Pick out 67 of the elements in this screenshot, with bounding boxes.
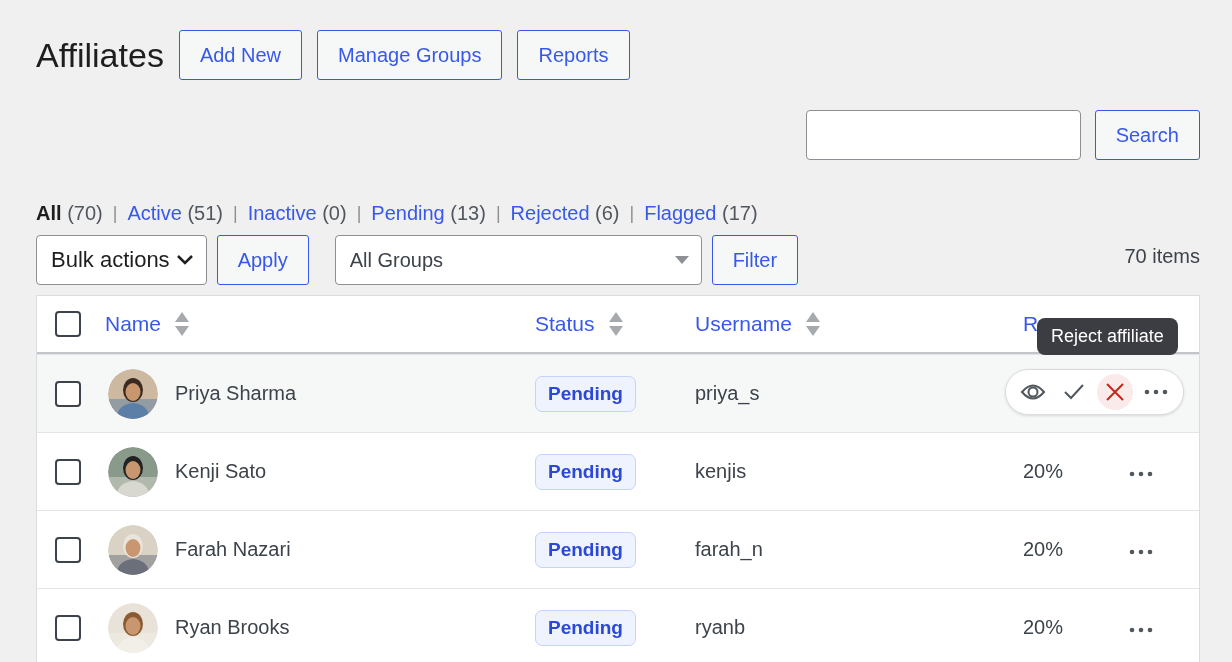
eye-icon	[1019, 382, 1046, 402]
item-count: 70 items	[1124, 244, 1200, 268]
apply-button[interactable]: Apply	[216, 235, 309, 285]
status-badge: Pending	[535, 453, 636, 490]
affiliate-name: Priya Sharma	[175, 382, 297, 405]
status-badge: Pending	[535, 375, 636, 412]
view-count: (17)	[722, 202, 758, 225]
affiliate-name: Farah Nazari	[175, 538, 291, 561]
reject-button[interactable]	[1097, 374, 1134, 410]
select-all-checkbox[interactable]	[55, 311, 81, 337]
rate: 20%	[1023, 616, 1064, 638]
column-header[interactable]: R	[1023, 312, 1039, 336]
separator: |	[233, 203, 238, 224]
view-link[interactable]: Rejected	[510, 202, 590, 225]
affiliate-name: Ryan Brooks	[175, 616, 290, 639]
more-icon[interactable]	[1129, 626, 1153, 633]
view-count: (0)	[322, 202, 347, 225]
status-badge: Pending	[535, 531, 636, 568]
column-header[interactable]: Status	[535, 312, 595, 336]
check-icon	[1062, 383, 1085, 401]
row-checkbox[interactable]	[55, 536, 81, 563]
row-checkbox[interactable]	[55, 614, 81, 641]
view-link[interactable]: Pending	[371, 202, 445, 225]
view-link[interactable]: Flagged	[644, 202, 717, 225]
table-row[interactable]: Kenji Sato Pending kenjis 20%	[37, 432, 1199, 510]
search-field[interactable]	[805, 110, 1081, 160]
view-count: (51)	[187, 202, 223, 225]
separator: |	[495, 203, 501, 224]
status-badge: Pending	[535, 609, 636, 646]
view-link[interactable]: All	[36, 202, 62, 225]
table-row[interactable]: Ryan Brooks Pending ryanb 20%	[37, 588, 1199, 662]
rate: 20%	[1023, 460, 1064, 482]
separator: |	[629, 203, 635, 224]
username: kenjis	[695, 460, 747, 482]
bulk-actions-dropdown[interactable]: Bulk actions	[36, 235, 207, 285]
chevron-down-icon	[175, 254, 194, 266]
table-row[interactable]: Farah Nazari Pending farah_n 20%	[37, 510, 1199, 588]
username: ryanb	[695, 616, 746, 638]
separator: |	[112, 203, 118, 224]
table-row[interactable]: Priya Sharma Pending priya_s	[37, 354, 1199, 432]
more-icon[interactable]	[1129, 470, 1153, 477]
caret-icon	[674, 256, 689, 264]
row-checkbox[interactable]	[55, 458, 81, 485]
close-icon	[1106, 383, 1125, 401]
view-count: (6)	[595, 202, 620, 225]
header-button[interactable]: Add New	[178, 30, 303, 80]
view-count: (13)	[450, 202, 486, 225]
tooltip: Reject affiliate	[1037, 318, 1178, 355]
affiliate-name: Kenji Sato	[175, 460, 267, 483]
rate: 20%	[1023, 538, 1064, 560]
more-icon[interactable]	[1129, 548, 1153, 555]
separator: |	[356, 203, 362, 224]
search-button[interactable]: Search	[1094, 110, 1200, 160]
more-icon[interactable]	[1144, 389, 1169, 395]
username: farah_n	[695, 538, 763, 560]
column-header[interactable]: Username	[695, 312, 792, 336]
view-link[interactable]: Inactive	[247, 202, 317, 225]
column-header[interactable]: Name	[105, 312, 162, 336]
view-link[interactable]: Active	[127, 202, 182, 225]
filter-button[interactable]: Filter	[711, 235, 799, 285]
header-button[interactable]: Reports	[517, 30, 630, 80]
page-title: Affiliates	[36, 35, 164, 75]
view-count: (70)	[67, 202, 103, 225]
group-dropdown[interactable]: All Groups	[334, 235, 702, 285]
header-button[interactable]: Manage Groups	[317, 30, 503, 80]
username: priya_s	[695, 382, 760, 404]
row-checkbox[interactable]	[55, 380, 81, 407]
